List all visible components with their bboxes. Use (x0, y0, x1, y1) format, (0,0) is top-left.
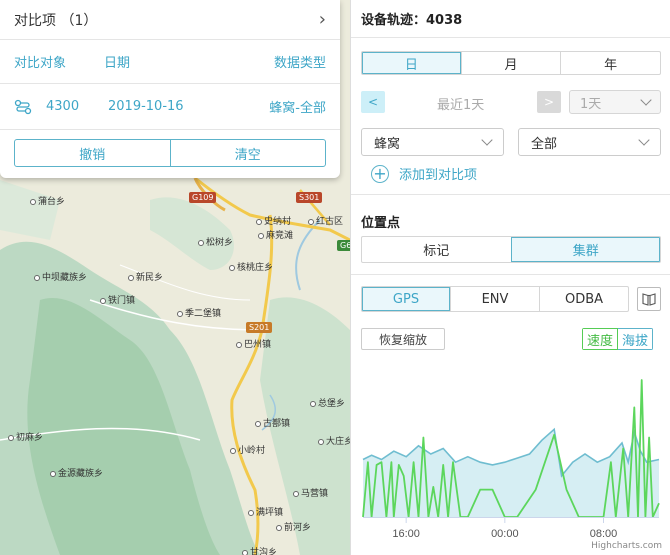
road-badge: S301 (296, 192, 323, 203)
map-place: 古鄯镇 (255, 416, 290, 429)
compare-device: 4300 (46, 99, 80, 114)
chevron-down-icon (481, 134, 493, 146)
tab-month[interactable]: 月 (460, 52, 561, 74)
reset-zoom-button[interactable]: 恢复缩放 (361, 328, 445, 350)
map-place: 麻竞滩 (258, 228, 293, 241)
map-place: 铁门镇 (100, 293, 135, 306)
position-tabs: 标记 集群 (361, 236, 661, 263)
range-navigator: < 最近1天 > 1天 (361, 90, 661, 114)
clear-button[interactable]: 清空 (169, 140, 326, 166)
column-header-object: 对比对象 (14, 56, 67, 71)
compare-panel: 对比项 （1） › 对比对象 日期 数据类型 4300 2019-10-16 蜂… (0, 0, 340, 178)
add-to-compare-button[interactable]: + 添加到对比项 (371, 164, 477, 183)
map-place: 史纳村 (256, 214, 291, 227)
plus-circle-icon: + (371, 164, 389, 183)
tab-marker[interactable]: 标记 (362, 237, 511, 262)
map-place: 大庄乡 (318, 434, 350, 447)
map-place: 总堡乡 (310, 396, 345, 409)
map-place: 初麻乡 (8, 430, 43, 443)
book-icon (642, 293, 656, 306)
map-place: 满坪镇 (248, 505, 283, 518)
range-select-value: 1天 (580, 96, 602, 112)
compare-column-headers: 对比对象 日期 数据类型 (0, 40, 340, 84)
network-select[interactable]: 蜂窝 (361, 128, 504, 156)
map-place: 前河乡 (276, 520, 311, 533)
map-place: 甘沟乡 (242, 545, 277, 555)
tab-odba[interactable]: ODBA (539, 287, 628, 311)
data-tabs: GPS ENV ODBA (361, 286, 629, 312)
tab-env[interactable]: ENV (450, 287, 539, 311)
column-header-date: 日期 (104, 56, 131, 71)
map-place: 马营镇 (293, 486, 328, 499)
tab-gps[interactable]: GPS (362, 287, 450, 311)
tab-day[interactable]: 日 (362, 52, 461, 74)
cancel-button[interactable]: 撤销 (15, 140, 170, 166)
road-badge: G109 (189, 192, 217, 203)
map-place: 核桃庄乡 (229, 260, 273, 273)
next-range-button[interactable]: > (537, 91, 561, 113)
map-place: 中坝藏族乡 (34, 270, 87, 283)
prev-range-button[interactable]: < (361, 91, 385, 113)
compare-header[interactable]: 对比项 （1） › (0, 0, 340, 40)
road-badge: S201 (246, 322, 273, 333)
road-badge: G6 (337, 240, 350, 251)
compare-title: 对比项 （1） (14, 12, 98, 29)
range-label: 最近1天 (437, 98, 485, 113)
map-place: 金源藏族乡 (50, 466, 103, 479)
type-select[interactable]: 全部 (518, 128, 661, 156)
x-tick-label: 00:00 (491, 528, 519, 540)
device-track-panel: 设备轨迹：4038 日 月 年 < 最近1天 > 1天 蜂窝 全部 + 添加到对… (350, 0, 670, 555)
chevron-right-icon[interactable]: › (319, 9, 326, 30)
chevron-down-icon (638, 134, 650, 146)
book-button[interactable] (637, 287, 661, 311)
divider (351, 274, 670, 275)
compare-date: 2019-10-16 (108, 99, 184, 114)
tab-cluster[interactable]: 集群 (510, 237, 660, 262)
x-tick-label: 08:00 (590, 528, 618, 540)
map-place: 小岭村 (230, 443, 265, 456)
map-place: 巴州镇 (236, 337, 271, 350)
series-toggle: 速度 海拔 (582, 328, 654, 350)
divider (351, 194, 670, 195)
network-select-value: 蜂窝 (374, 136, 401, 152)
compare-row[interactable]: 4300 2019-10-16 蜂窝-全部 (0, 84, 340, 130)
map-place: 蒲台乡 (30, 194, 65, 207)
map-place: 松树乡 (198, 235, 233, 248)
speed-toggle[interactable]: 速度 (582, 328, 619, 350)
add-to-compare-label: 添加到对比项 (399, 168, 478, 183)
chart-credits[interactable]: Highcharts.com (591, 541, 662, 551)
altitude-toggle[interactable]: 海拔 (618, 328, 654, 350)
track-chart[interactable]: 16:00 00:00 08:00 (351, 360, 670, 555)
map-place: 红古区 (308, 214, 343, 227)
route-icon (14, 99, 32, 114)
position-section-title: 位置点 (361, 216, 401, 231)
column-header-data-type: 数据类型 (273, 56, 326, 71)
type-select-value: 全部 (531, 136, 558, 152)
range-select[interactable]: 1天 (569, 90, 661, 114)
chevron-down-icon (640, 94, 652, 106)
period-tabs: 日 月 年 (361, 51, 661, 75)
compare-data-type: 蜂窝-全部 (269, 101, 326, 116)
device-track-title: 设备轨迹：4038 (351, 0, 670, 38)
map-place: 新民乡 (128, 270, 163, 283)
compare-action-group: 撤销 清空 (14, 139, 326, 167)
x-tick-label: 16:00 (392, 528, 420, 540)
map-place: 季二堡镇 (177, 306, 221, 319)
tab-year[interactable]: 年 (560, 52, 660, 74)
